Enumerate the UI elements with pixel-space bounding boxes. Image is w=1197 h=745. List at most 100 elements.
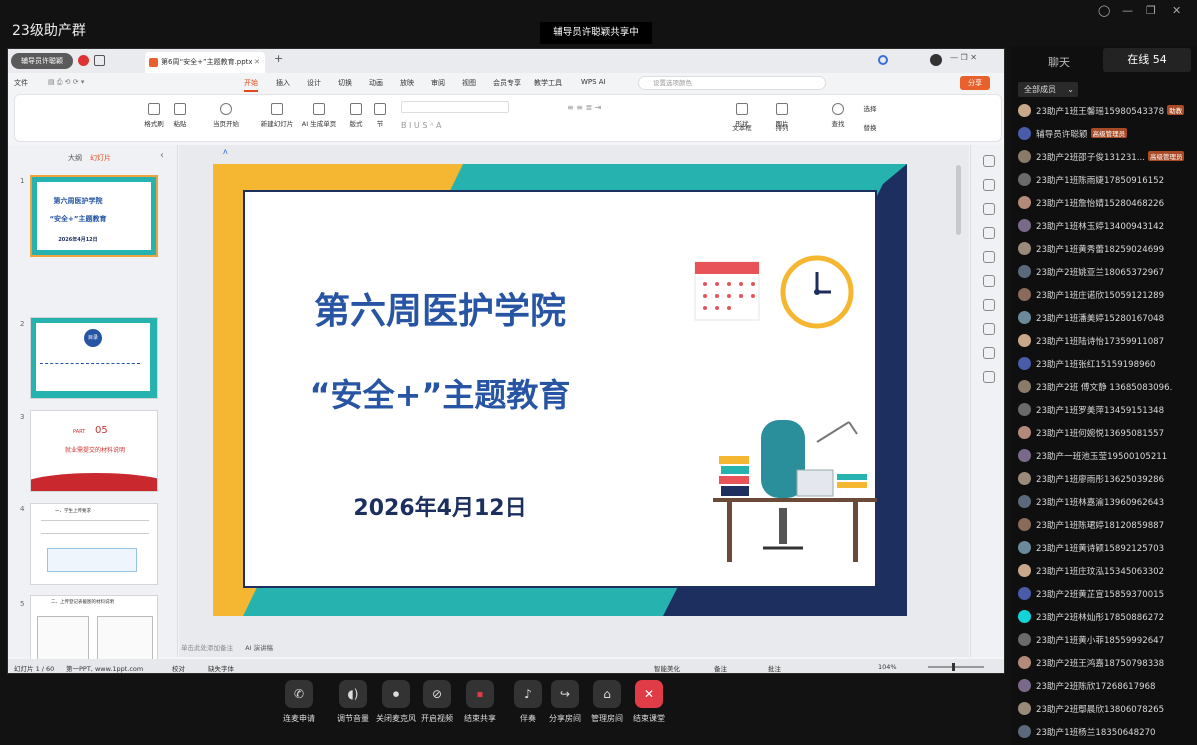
play-from-current-button[interactable]: 当页开始 bbox=[211, 103, 241, 128]
ai-single-page-button[interactable]: AI 生成单页 bbox=[299, 103, 339, 128]
menu-file[interactable]: 文件 bbox=[14, 78, 28, 88]
menu-teaching-tools[interactable]: 教学工具 bbox=[534, 78, 562, 88]
design-icon[interactable] bbox=[983, 203, 995, 215]
restore-icon[interactable]: ❐ bbox=[1146, 4, 1156, 17]
minimize-icon[interactable]: — bbox=[1122, 4, 1133, 17]
member-item[interactable]: 辅导员许聪颖 高级管理员 bbox=[1018, 123, 1196, 146]
member-item[interactable]: 23助产1班庄诺欣15059121289 bbox=[1018, 284, 1196, 307]
proofing-button[interactable]: 校对 bbox=[172, 663, 185, 673]
ai-speech-button[interactable]: AI 演讲稿 bbox=[245, 644, 273, 652]
member-item[interactable]: 23助产2班鄢晨欣13806078265 bbox=[1018, 698, 1196, 721]
star-icon[interactable] bbox=[983, 179, 995, 191]
comment-toggle[interactable]: 批注 bbox=[768, 663, 781, 673]
notes-area[interactable]: 单击此处添加备注 AI 演讲稿 bbox=[179, 642, 969, 656]
section-button[interactable]: 节 bbox=[365, 103, 395, 128]
close-tab-icon[interactable]: ✕ bbox=[254, 52, 260, 73]
slide-thumbnail-4[interactable]: 一、学生上传要求 bbox=[30, 503, 158, 585]
arrange-button[interactable]: 排列 bbox=[767, 122, 797, 132]
start-video-button[interactable]: ⊘ 开启视频 bbox=[414, 680, 460, 724]
member-filter-select[interactable]: 全部成员 ⌄ bbox=[1018, 82, 1078, 97]
window-controls[interactable]: — ❐ ✕ bbox=[950, 53, 977, 62]
notes-toggle[interactable]: 备注 bbox=[714, 663, 727, 673]
screen-icon[interactable] bbox=[94, 55, 105, 66]
tab-slides[interactable]: 幻灯片 bbox=[90, 153, 111, 163]
search-input[interactable]: 设置选项颜色 bbox=[638, 76, 826, 90]
menu-animation[interactable]: 动画 bbox=[369, 78, 383, 88]
member-item[interactable]: 23助产1班潘美婷15280167048 bbox=[1018, 307, 1196, 330]
paragraph-buttons[interactable]: ≡ ≡ ≣ ⇥ bbox=[567, 103, 601, 112]
menu-insert[interactable]: 插入 bbox=[276, 78, 290, 88]
quick-access-toolbar[interactable]: ▤ ⎙ ⟲ ⟳ ▾ bbox=[48, 78, 84, 87]
member-item[interactable]: 23助产2班姚亚兰18065372967 bbox=[1018, 261, 1196, 284]
properties-icon[interactable] bbox=[983, 155, 995, 167]
avatar[interactable] bbox=[930, 54, 942, 66]
textbox-button[interactable]: 文本框 bbox=[727, 122, 757, 132]
menu-transition[interactable]: 切换 bbox=[338, 78, 352, 88]
pin-icon[interactable]: ◯ bbox=[1098, 4, 1110, 17]
member-item[interactable]: 23助产2班陈欣17268617968 bbox=[1018, 675, 1196, 698]
find-button[interactable]: 查找 bbox=[823, 103, 853, 128]
cloud-icon[interactable] bbox=[878, 55, 888, 65]
vertical-scrollbar[interactable] bbox=[956, 165, 961, 235]
member-item[interactable]: 23助产1班何婉悦13695081557 bbox=[1018, 422, 1196, 445]
manage-room-button[interactable]: ⌂ 管理房间 bbox=[584, 680, 630, 724]
member-item[interactable]: 23助产1班林玉婷13400943142 bbox=[1018, 215, 1196, 238]
member-item[interactable]: 23助产1班陆诗怡17359911087 bbox=[1018, 330, 1196, 353]
zoom-slider[interactable] bbox=[928, 666, 984, 668]
member-item[interactable]: 23助产1班陈雨婕17850916152 bbox=[1018, 169, 1196, 192]
mic-request-button[interactable]: ✆ 连麦申请 bbox=[276, 680, 322, 724]
current-slide[interactable]: 第六周医护学院 “安全+”主题教育 2026年4月12日 bbox=[213, 164, 907, 616]
member-item[interactable]: 23助产1班黄诗颖15892125703 bbox=[1018, 537, 1196, 560]
font-family-select[interactable] bbox=[401, 101, 509, 113]
member-item[interactable]: 23助产1班黄小菲18559992647 bbox=[1018, 629, 1196, 652]
slide-thumbnail-1[interactable]: 第六周医护学院 “安全+”主题教育 2026年4月12日 bbox=[30, 175, 158, 257]
member-item[interactable]: 23助产1班廖雨彤13625039286 bbox=[1018, 468, 1196, 491]
member-item[interactable]: 23助产2班 傅文静 13685083096. bbox=[1018, 376, 1196, 399]
format-icon[interactable] bbox=[983, 275, 995, 287]
member-item[interactable]: 23助产2班王鸿嘉18750798338 bbox=[1018, 652, 1196, 675]
help-icon[interactable] bbox=[983, 347, 995, 359]
member-item[interactable]: 23助产一班池玉莹19500105211 bbox=[1018, 445, 1196, 468]
member-item[interactable]: 23助产2班黄芷宣15859370015 bbox=[1018, 583, 1196, 606]
tab-outline[interactable]: 大纲 bbox=[68, 153, 82, 163]
member-item[interactable]: 23助产2班林灿彤17850886272 bbox=[1018, 606, 1196, 629]
volume-button[interactable]: ◖) 调节音量 bbox=[330, 680, 376, 724]
member-item[interactable]: 23助产1班罗美萍13459151348 bbox=[1018, 399, 1196, 422]
data-icon[interactable] bbox=[983, 323, 995, 335]
replace-button[interactable]: 替换 bbox=[855, 122, 885, 132]
member-item[interactable]: 23助产1班林嘉渝13960962643 bbox=[1018, 491, 1196, 514]
member-item[interactable]: 23助产2班邵子俊131231... 高级管理员 bbox=[1018, 146, 1196, 169]
ai-assist-icon[interactable]: ᴧ bbox=[223, 147, 228, 156]
slide-thumbnail-3[interactable]: PART 05 就业需提交的材料说明 bbox=[30, 410, 158, 492]
member-item[interactable]: 23助产1班杨兰18350648270 bbox=[1018, 721, 1196, 744]
slide-thumbnail-2[interactable]: 目录 bbox=[30, 317, 158, 399]
stop-share-button[interactable]: ⏹ 结束共享 bbox=[457, 680, 503, 724]
tab-online[interactable]: 在线 54 bbox=[1103, 48, 1191, 72]
menu-design[interactable]: 设计 bbox=[307, 78, 321, 88]
zoom-level[interactable]: 104% bbox=[878, 663, 897, 671]
animation-icon[interactable] bbox=[983, 251, 995, 263]
end-class-button[interactable]: ✕ 结束课堂 bbox=[626, 680, 672, 724]
theme-name[interactable]: 第一PPT, www.1ppt.com bbox=[66, 663, 143, 673]
menu-home[interactable]: 开始 bbox=[244, 78, 258, 92]
member-item[interactable]: 23助产1班詹怡婧15280468226 bbox=[1018, 192, 1196, 215]
comment-icon[interactable] bbox=[983, 371, 995, 383]
member-item[interactable]: 23助产1班张红15159198960 bbox=[1018, 353, 1196, 376]
mute-mic-button[interactable]: ⏺ 关闭麦克风 bbox=[373, 680, 419, 724]
record-icon[interactable] bbox=[78, 55, 89, 66]
share-room-button[interactable]: ↪ 分享房间 bbox=[542, 680, 588, 724]
menu-review[interactable]: 审阅 bbox=[431, 78, 445, 88]
menu-view[interactable]: 视图 bbox=[462, 78, 476, 88]
font-style-buttons[interactable]: B I U S ᴬ A bbox=[401, 121, 441, 130]
menu-wps-ai[interactable]: WPS AI bbox=[581, 78, 606, 86]
missing-font-button[interactable]: 缺失字体 bbox=[208, 663, 234, 673]
member-item[interactable]: 23助产1班黄秀蕾18259024699 bbox=[1018, 238, 1196, 261]
new-slide-button[interactable]: 新建幻灯片 bbox=[259, 103, 295, 128]
zoom-slider-thumb[interactable] bbox=[952, 663, 955, 671]
close-icon[interactable]: ✕ bbox=[1172, 4, 1181, 17]
layout-icon[interactable] bbox=[983, 299, 995, 311]
document-tab[interactable]: 第6周“安全+”主题教育.pptx ✕ bbox=[145, 52, 265, 73]
member-item[interactable]: 23助产1班王馨瑶15980543378 助教 bbox=[1018, 100, 1196, 123]
member-item[interactable]: 23助产1班庄玟泓15345063302 bbox=[1018, 560, 1196, 583]
tab-chat[interactable]: 聊天 bbox=[1048, 54, 1070, 70]
